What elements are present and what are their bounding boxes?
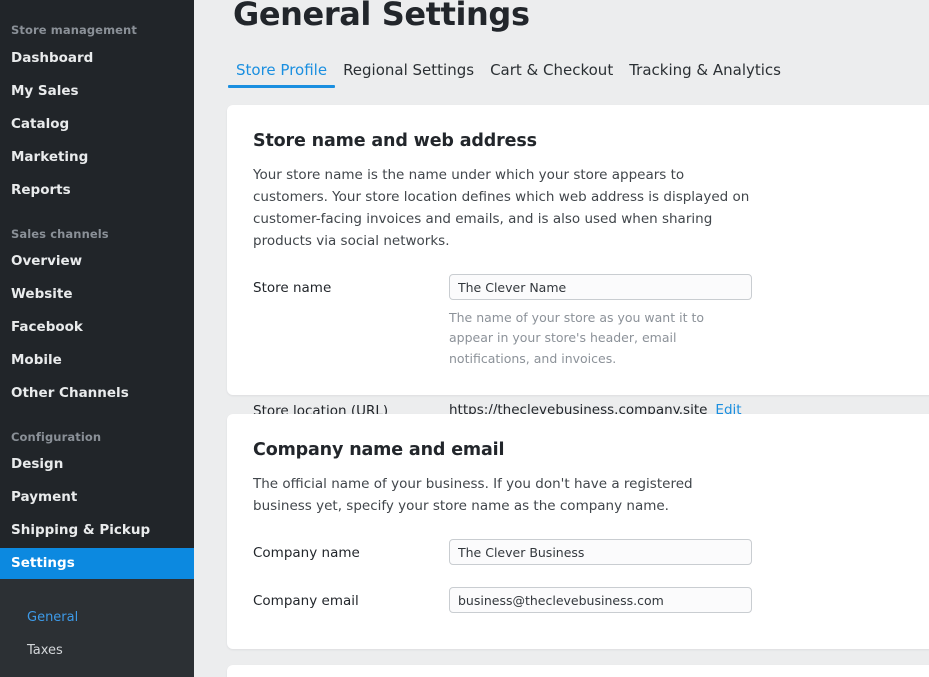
card-title-company-name: Company name and email [253,440,505,460]
label-company-name: Company name [253,545,360,561]
field-row-store-name: Store name The name of your store as you… [253,274,927,369]
company-name-input[interactable] [449,539,752,565]
sidebar-submenu-settings: General Taxes Legal [0,579,194,677]
sidebar-item-reports[interactable]: Reports [0,183,71,198]
page-title: General Settings [233,0,530,33]
main-content: General Settings Store Profile Regional … [194,0,929,677]
sidebar-item-shipping-and-pickup[interactable]: Shipping & Pickup [0,523,150,538]
sidebar-item-my-sales[interactable]: My Sales [0,84,79,99]
settings-tabs: Store Profile Regional Settings Cart & C… [228,62,789,88]
card-company-name-and-email: Company name and email The official name… [227,414,929,649]
sidebar-item-overview[interactable]: Overview [0,254,82,269]
card-description-company-name: The official name of your business. If y… [253,476,693,514]
card-description-store-name: Your store name is the name under which … [253,167,750,249]
sidebar-section-title-configuration: Configuration [11,430,102,444]
hint-store-name: The name of your store as you want it to… [449,310,704,366]
field-row-company-email: Company email [253,587,927,613]
card-title-store-name: Store name and web address [253,131,537,151]
tab-regional-settings[interactable]: Regional Settings [335,62,482,88]
sidebar-item-settings[interactable]: Settings [0,548,194,579]
company-email-input[interactable] [449,587,752,613]
sidebar-section-title-store-management: Store management [11,23,137,37]
sidebar-item-design[interactable]: Design [0,457,63,472]
tab-store-profile[interactable]: Store Profile [228,62,336,88]
card-next-section-partial [227,665,929,677]
field-row-company-name: Company name [253,539,927,565]
sidebar-item-catalog[interactable]: Catalog [0,117,69,132]
sidebar-item-other-channels[interactable]: Other Channels [0,386,129,401]
store-name-input[interactable] [449,274,752,300]
sidebar-item-dashboard[interactable]: Dashboard [0,51,93,66]
sidebar-subitem-general[interactable]: General [0,611,194,624]
sidebar: Store management Dashboard My Sales Cata… [0,0,194,677]
label-store-name: Store name [253,280,332,296]
sidebar-item-mobile[interactable]: Mobile [0,353,62,368]
app-root: Store management Dashboard My Sales Cata… [0,0,929,677]
sidebar-item-facebook[interactable]: Facebook [0,320,83,335]
tab-tracking-and-analytics[interactable]: Tracking & Analytics [621,62,789,88]
card-store-name-and-web-address: Store name and web address Your store na… [227,105,929,419]
sidebar-item-marketing[interactable]: Marketing [0,150,88,165]
sidebar-item-payment[interactable]: Payment [0,490,77,505]
sidebar-section-title-sales-channels: Sales channels [11,227,109,241]
label-company-email: Company email [253,593,359,609]
tab-cart-and-checkout[interactable]: Cart & Checkout [482,62,621,88]
sidebar-item-website[interactable]: Website [0,287,73,302]
sidebar-subitem-taxes[interactable]: Taxes [0,644,194,657]
